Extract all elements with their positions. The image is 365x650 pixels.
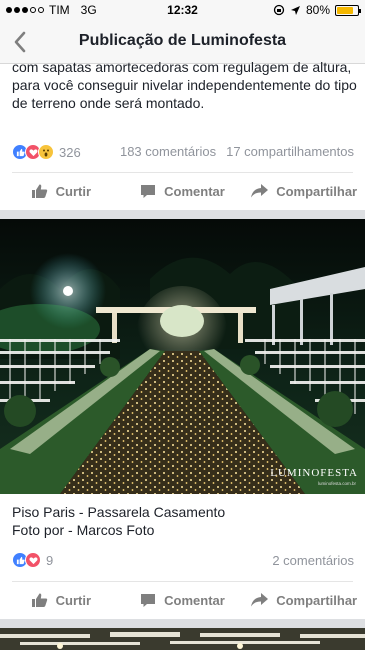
like-button[interactable]: Curtir [0, 173, 122, 209]
comment-button[interactable]: Comentar [122, 173, 244, 209]
love-reaction-icon [25, 552, 41, 568]
comments-count[interactable]: 183 comentários [120, 144, 216, 159]
reaction-count: 9 [46, 552, 54, 568]
like-label: Curtir [55, 592, 92, 608]
reactions-summary[interactable]: 326 [12, 142, 81, 162]
post-photo[interactable]: LUMINOFESTA luminofesta.com.br [0, 219, 365, 494]
share-button[interactable]: Compartilhar [243, 173, 365, 209]
share-button[interactable]: Compartilhar [243, 582, 365, 618]
post-text: com sapatas amortecedoras com regulagem … [12, 59, 357, 111]
next-post-photo[interactable] [0, 628, 365, 650]
comment-icon [141, 593, 156, 607]
reaction-count: 326 [59, 144, 81, 160]
shares-count[interactable]: 17 compartilhamentos [226, 144, 354, 159]
page-title: Publicação de Luminofesta [78, 32, 287, 49]
rotation-lock-icon [273, 4, 285, 16]
watermark-logo: LUMINOFESTA [270, 467, 358, 479]
thumbs-up-icon [31, 593, 47, 607]
watermark-subtitle: luminofesta.com.br [318, 481, 357, 486]
comment-button[interactable]: Comentar [122, 582, 244, 618]
comment-label: Comentar [164, 183, 225, 199]
post-caption: Piso Paris - Passarela Casamento Foto po… [12, 503, 225, 539]
action-bar: Curtir Comentar Compartilhar [0, 173, 365, 209]
share-icon [251, 593, 269, 607]
battery-percentage: 80% [305, 3, 330, 17]
wow-reaction-icon [38, 144, 54, 160]
share-icon [251, 184, 269, 198]
comment-icon [141, 184, 156, 198]
comment-label: Comentar [164, 592, 225, 608]
thumbs-up-icon [31, 184, 47, 198]
status-bar: TIM 3G 12:32 80% [0, 0, 365, 20]
location-arrow-icon [290, 5, 300, 15]
like-label: Curtir [55, 183, 92, 199]
comments-count[interactable]: 2 comentários [272, 553, 354, 568]
caption-line-2: Foto por - Marcos Foto [12, 522, 155, 538]
feed-separator [0, 210, 365, 219]
action-bar: Curtir Comentar Compartilhar [0, 582, 365, 618]
feed-separator [0, 619, 365, 628]
share-label: Compartilhar [276, 592, 358, 608]
share-label: Compartilhar [276, 183, 358, 199]
like-button[interactable]: Curtir [0, 582, 122, 618]
reactions-summary-2[interactable]: 9 [12, 550, 53, 570]
battery-icon [335, 4, 361, 16]
caption-line-1: Piso Paris - Passarela Casamento [12, 504, 226, 520]
